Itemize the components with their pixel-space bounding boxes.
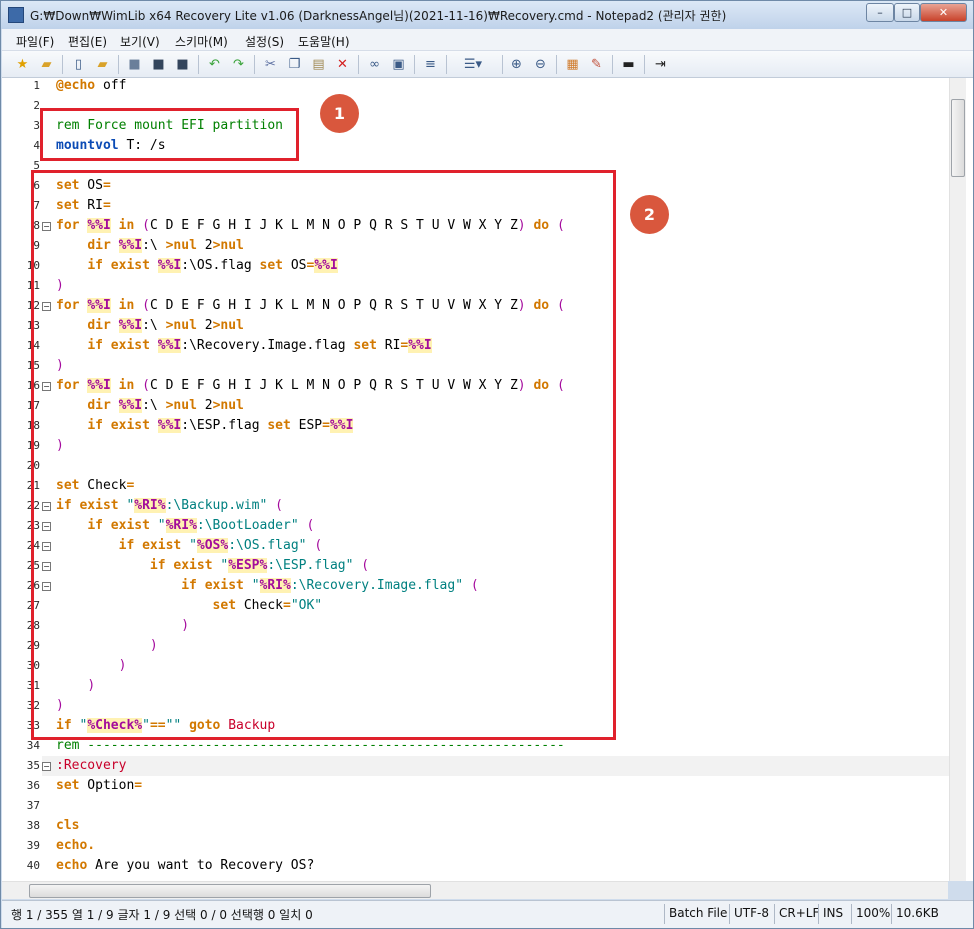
status-size: 10.6KB xyxy=(896,906,939,920)
annotation-box-2 xyxy=(31,170,616,740)
code-line: echo Are you want to Recovery OS? xyxy=(56,858,315,873)
line-number: 38 xyxy=(26,819,40,832)
code-line: echo. xyxy=(56,838,96,853)
code-line: @echo off xyxy=(56,78,127,93)
redo-icon[interactable]: ↷ xyxy=(230,56,247,73)
status-separator xyxy=(818,904,819,924)
editor-area[interactable]: 1 2 3 4 5 6 7 8 9 10 11 12 13 14 15 16 1… xyxy=(2,78,973,881)
toolbar-separator xyxy=(644,55,645,74)
toolbar: ★ ▰ ▯ ▰ ■ ■ ■ ↶ ↷ ✂ ❐ ▤ ✕ ∞ ▣ ≡ ☰▾ ⊕ ⊖ ▦… xyxy=(2,51,973,78)
status-separator xyxy=(664,904,665,924)
find-icon[interactable]: ∞ xyxy=(366,56,383,73)
save-all-icon[interactable]: ■ xyxy=(174,56,191,73)
vertical-scrollbar[interactable] xyxy=(949,78,966,881)
copy-icon[interactable]: ❐ xyxy=(286,56,303,73)
star-icon[interactable]: ★ xyxy=(14,56,31,73)
zoom-in-icon[interactable]: ⊕ xyxy=(508,56,525,73)
annotation-box-1 xyxy=(40,108,299,161)
code-line: :Recovery xyxy=(56,758,127,773)
toolbar-separator xyxy=(358,55,359,74)
current-line-highlight xyxy=(42,756,949,776)
line-number: 2 xyxy=(33,99,40,112)
status-separator xyxy=(729,904,730,924)
wrap-icon[interactable]: ≡ xyxy=(422,56,439,73)
fold-toggle[interactable]: − xyxy=(42,762,51,771)
line-number: 1 xyxy=(33,79,40,92)
cut-icon[interactable]: ✂ xyxy=(262,56,279,73)
menu-scheme[interactable]: 스키마(M) xyxy=(175,33,228,50)
code-line: cls xyxy=(56,818,80,833)
close-button[interactable]: ✕ xyxy=(920,3,967,22)
status-bar: 행 1 / 355 열 1 / 9 글자 1 / 9 선택 0 / 0 선택행 … xyxy=(2,900,973,928)
color-icon[interactable]: ✎ xyxy=(588,56,605,73)
save-as-icon[interactable]: ■ xyxy=(150,56,167,73)
toolbar-separator xyxy=(118,55,119,74)
notepad2-window: G:₩Down₩WimLib x64 Recovery Lite v1.06 (… xyxy=(0,0,974,929)
toolbar-separator xyxy=(414,55,415,74)
line-number: 39 xyxy=(26,839,40,852)
menu-settings[interactable]: 설정(S) xyxy=(245,33,284,50)
status-separator xyxy=(851,904,852,924)
window-title: G:₩Down₩WimLib x64 Recovery Lite v1.06 (… xyxy=(30,9,727,23)
line-number: 36 xyxy=(26,779,40,792)
menu-view[interactable]: 보기(V) xyxy=(120,33,160,50)
zoom-out-icon[interactable]: ⊖ xyxy=(532,56,549,73)
status-eol[interactable]: CR+LF xyxy=(779,906,819,920)
menu-file[interactable]: 파일(F) xyxy=(16,33,54,50)
new-file-icon[interactable]: ▯ xyxy=(70,56,87,73)
horizontal-scrollbar[interactable] xyxy=(2,881,948,899)
exit-icon[interactable]: ⇥ xyxy=(652,56,669,73)
status-zoom[interactable]: 100% xyxy=(856,906,890,920)
menu-bar: 파일(F) 편집(E) 보기(V) 스키마(M) 설정(S) 도움말(H) xyxy=(2,29,973,51)
code-line: set Option= xyxy=(56,778,143,793)
line-number: 40 xyxy=(26,859,40,872)
app-icon xyxy=(8,7,24,23)
replace-icon[interactable]: ▣ xyxy=(390,56,407,73)
toolbar-separator xyxy=(446,55,447,74)
title-bar[interactable]: G:₩Down₩WimLib x64 Recovery Lite v1.06 (… xyxy=(1,1,973,29)
line-number: 4 xyxy=(33,139,40,152)
status-encoding[interactable]: UTF-8 xyxy=(734,906,769,920)
maximize-button[interactable]: □ xyxy=(894,3,920,22)
toolbar-separator xyxy=(254,55,255,74)
toolbar-separator xyxy=(556,55,557,74)
status-position: 행 1 / 355 열 1 / 9 글자 1 / 9 선택 0 / 0 선택행 … xyxy=(11,908,313,922)
status-separator xyxy=(891,904,892,924)
delete-icon[interactable]: ✕ xyxy=(334,56,351,73)
toolbar-separator xyxy=(502,55,503,74)
horizontal-scroll-thumb[interactable] xyxy=(29,884,431,898)
line-number: 3 xyxy=(33,119,40,132)
console-icon[interactable]: ▬ xyxy=(620,56,637,73)
annotation-badge-2: 2 xyxy=(630,195,669,234)
minimize-button[interactable]: – xyxy=(866,3,894,22)
annotation-badge-1: 1 xyxy=(320,94,359,133)
toolbar-separator xyxy=(198,55,199,74)
status-ins[interactable]: INS xyxy=(823,906,843,920)
line-number: 37 xyxy=(26,799,40,812)
menu-help[interactable]: 도움말(H) xyxy=(298,33,350,50)
toolbar-separator xyxy=(612,55,613,74)
status-separator xyxy=(774,904,775,924)
scheme-icon[interactable]: ▦ xyxy=(564,56,581,73)
undo-icon[interactable]: ↶ xyxy=(206,56,223,73)
line-number: 35 xyxy=(26,759,40,772)
list-icon[interactable]: ☰▾ xyxy=(458,56,488,73)
menu-edit[interactable]: 편집(E) xyxy=(68,33,107,50)
toolbar-separator xyxy=(62,55,63,74)
save-icon[interactable]: ■ xyxy=(126,56,143,73)
folder-open-icon[interactable]: ▰ xyxy=(38,56,55,73)
paste-icon[interactable]: ▤ xyxy=(310,56,327,73)
vertical-scroll-thumb[interactable] xyxy=(951,99,965,177)
open-icon[interactable]: ▰ xyxy=(94,56,111,73)
status-file-type[interactable]: Batch File xyxy=(669,906,727,920)
